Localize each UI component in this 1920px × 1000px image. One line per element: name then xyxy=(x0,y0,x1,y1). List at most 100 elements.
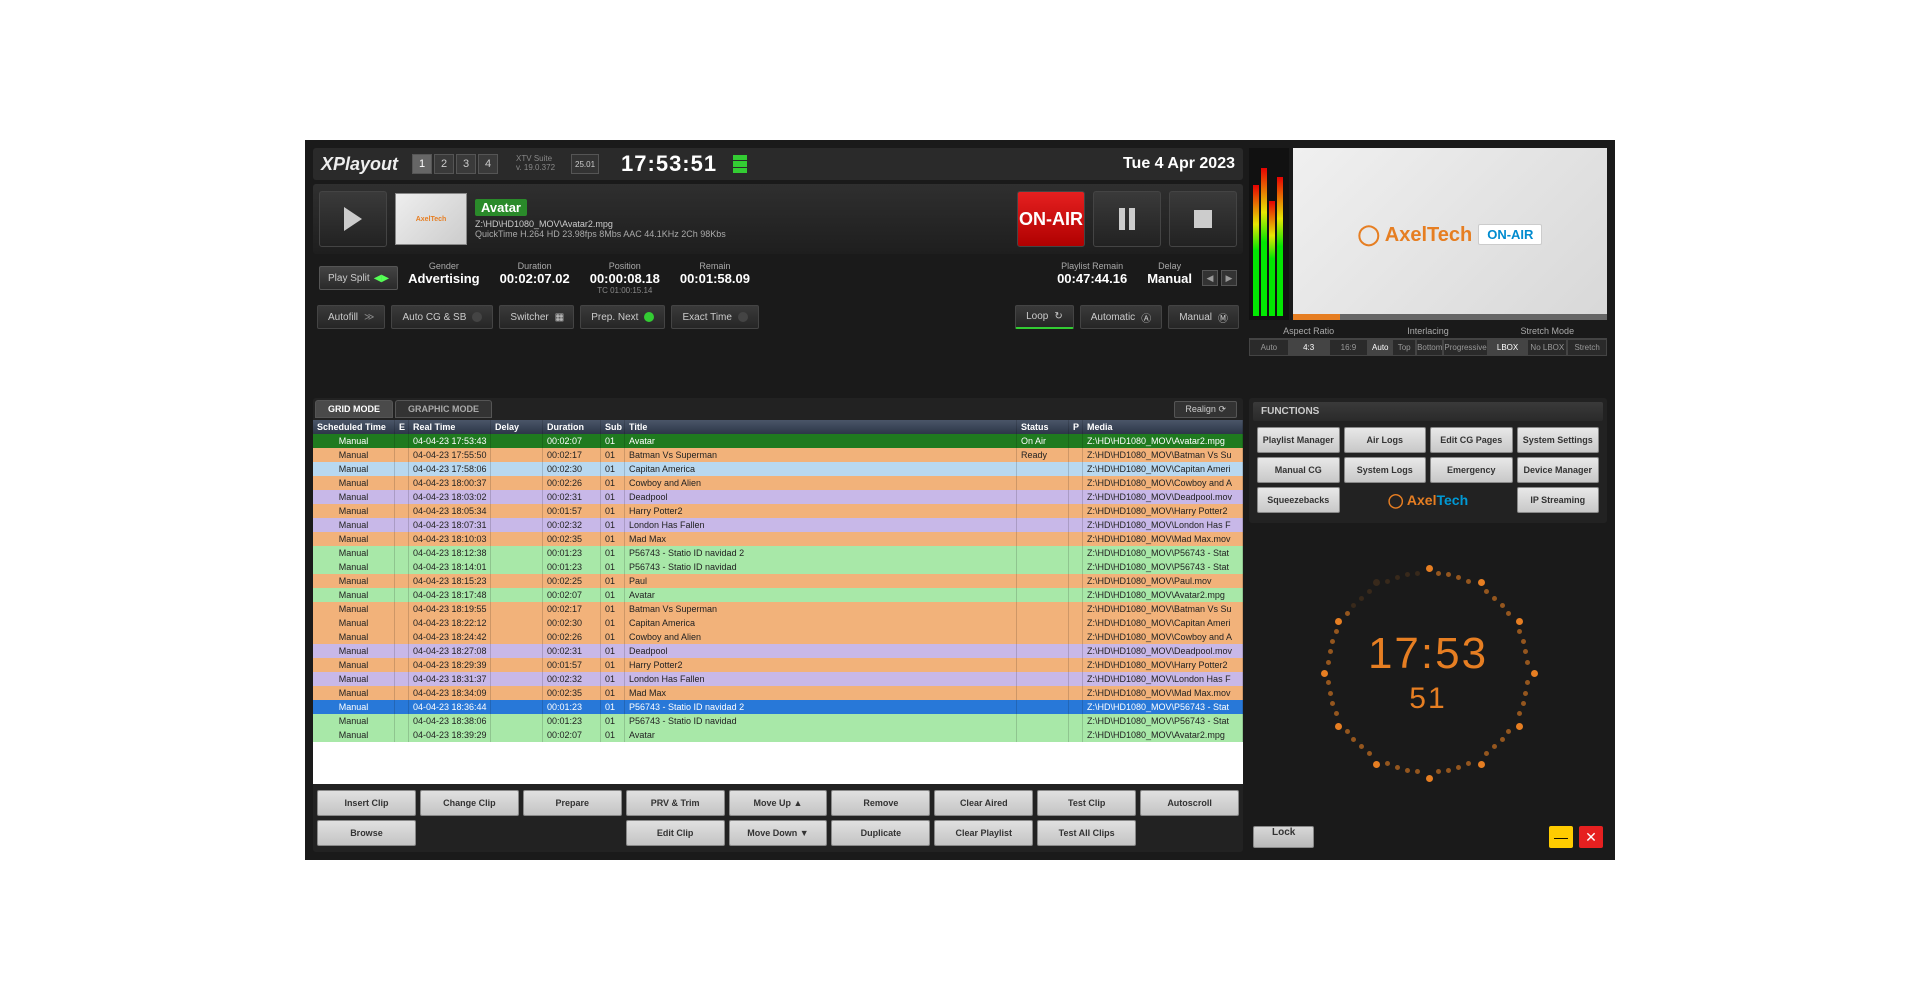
column-header[interactable]: Sub xyxy=(601,420,625,434)
table-row[interactable]: Manual04-04-23 18:07:3100:02:3201London … xyxy=(313,518,1243,532)
cell: Cowboy and Alien xyxy=(625,630,1017,644)
column-header[interactable]: Media xyxy=(1083,420,1243,434)
action-button[interactable]: Test All Clips xyxy=(1037,820,1136,846)
play-button[interactable] xyxy=(319,191,387,247)
info-field: Position00:00:08.18TC 01:00:15.14 xyxy=(590,261,660,295)
function-button[interactable]: Squeezebacks xyxy=(1257,487,1340,513)
mode-button[interactable]: 4:3 xyxy=(1289,339,1329,356)
tab-graphic-mode[interactable]: GRAPHIC MODE xyxy=(395,400,492,418)
table-row[interactable]: Manual04-04-23 18:10:0300:02:3501Mad Max… xyxy=(313,532,1243,546)
column-header[interactable]: Scheduled Time xyxy=(313,420,395,434)
autofill-button[interactable]: Autofill≫ xyxy=(317,305,385,329)
table-row[interactable]: Manual04-04-23 18:24:4200:02:2601Cowboy … xyxy=(313,630,1243,644)
mode-button[interactable]: Top xyxy=(1392,339,1416,356)
table-row[interactable]: Manual04-04-23 17:58:0600:02:3001Capitan… xyxy=(313,462,1243,476)
realign-button[interactable]: Realign ⟳ xyxy=(1174,401,1237,418)
table-row[interactable]: Manual04-04-23 18:19:5500:02:1701Batman … xyxy=(313,602,1243,616)
table-row[interactable]: Manual04-04-23 18:36:4400:01:2301P56743 … xyxy=(313,700,1243,714)
table-row[interactable]: Manual04-04-23 18:31:3700:02:3201London … xyxy=(313,672,1243,686)
action-button[interactable]: Duplicate xyxy=(831,820,930,846)
function-button[interactable]: Playlist Manager xyxy=(1257,427,1340,453)
pause-button[interactable] xyxy=(1093,191,1161,247)
mode-button[interactable]: LBOX xyxy=(1488,339,1528,356)
action-button[interactable]: Clear Aired xyxy=(934,790,1033,816)
manual-button[interactable]: ManualⓂ xyxy=(1168,305,1239,329)
mode-button[interactable]: Progressive xyxy=(1443,339,1487,356)
prep-next-button[interactable]: Prep. Next xyxy=(580,305,665,329)
lock-button[interactable]: Lock xyxy=(1253,826,1314,848)
channel-button-3[interactable]: 3 xyxy=(456,154,476,174)
table-row[interactable]: Manual04-04-23 18:00:3700:02:2601Cowboy … xyxy=(313,476,1243,490)
video-preview[interactable]: ◯ AxelTech ON-AIR xyxy=(1293,148,1607,320)
stop-button[interactable] xyxy=(1169,191,1237,247)
table-row[interactable]: Manual04-04-23 18:38:0600:01:2301P56743 … xyxy=(313,714,1243,728)
table-row[interactable]: Manual04-04-23 18:05:3400:01:5701Harry P… xyxy=(313,504,1243,518)
table-row[interactable]: Manual04-04-23 18:22:1200:02:3001Capitan… xyxy=(313,616,1243,630)
prev-clip-button[interactable]: ◀ xyxy=(1202,270,1218,286)
column-header[interactable]: Status xyxy=(1017,420,1069,434)
channel-button-2[interactable]: 2 xyxy=(434,154,454,174)
column-header[interactable]: Title xyxy=(625,420,1017,434)
cell xyxy=(491,546,543,560)
function-button[interactable]: Device Manager xyxy=(1517,457,1600,483)
column-header[interactable]: Duration xyxy=(543,420,601,434)
table-row[interactable]: Manual04-04-23 18:15:2300:02:2501PaulZ:\… xyxy=(313,574,1243,588)
action-button[interactable]: PRV & Trim xyxy=(626,790,725,816)
action-button[interactable]: Clear Playlist xyxy=(934,820,1033,846)
function-button[interactable]: Air Logs xyxy=(1344,427,1427,453)
function-button[interactable]: Emergency xyxy=(1430,457,1513,483)
automatic-button[interactable]: AutomaticⒶ xyxy=(1080,305,1162,329)
action-button[interactable]: Change Clip xyxy=(420,790,519,816)
playlist-grid[interactable]: Scheduled TimeEReal TimeDelayDurationSub… xyxy=(313,420,1243,784)
switcher-button[interactable]: Switcher▦ xyxy=(499,305,574,329)
play-split-button[interactable]: Play Split◀▶ xyxy=(319,266,398,290)
channel-button-4[interactable]: 4 xyxy=(478,154,498,174)
preview-timeline[interactable] xyxy=(1293,314,1607,320)
exact-time-button[interactable]: Exact Time xyxy=(671,305,758,329)
close-button[interactable]: ✕ xyxy=(1579,826,1603,848)
function-button[interactable]: Edit CG Pages xyxy=(1430,427,1513,453)
cell: 04-04-23 18:24:42 xyxy=(409,630,491,644)
action-button[interactable]: Move Up ▲ xyxy=(729,790,828,816)
mode-button[interactable]: 16:9 xyxy=(1329,339,1369,356)
column-header[interactable]: Delay xyxy=(491,420,543,434)
function-button[interactable]: System Settings xyxy=(1517,427,1600,453)
table-row[interactable]: Manual04-04-23 18:29:3900:01:5701Harry P… xyxy=(313,658,1243,672)
cell: 01 xyxy=(601,588,625,602)
table-row[interactable]: Manual04-04-23 18:12:3800:01:2301P56743 … xyxy=(313,546,1243,560)
action-button[interactable]: Autoscroll xyxy=(1140,790,1239,816)
table-row[interactable]: Manual04-04-23 17:55:5000:02:1701Batman … xyxy=(313,448,1243,462)
mode-button[interactable]: Stretch xyxy=(1567,339,1607,356)
table-row[interactable]: Manual04-04-23 18:17:4800:02:0701AvatarZ… xyxy=(313,588,1243,602)
column-header[interactable]: Real Time xyxy=(409,420,491,434)
tab-grid-mode[interactable]: GRID MODE xyxy=(315,400,393,418)
channel-button-1[interactable]: 1 xyxy=(412,154,432,174)
action-button[interactable]: Move Down ▼ xyxy=(729,820,828,846)
table-row[interactable]: Manual04-04-23 18:27:0800:02:3101Deadpoo… xyxy=(313,644,1243,658)
mode-button[interactable]: Auto xyxy=(1249,339,1289,356)
mode-button[interactable]: No LBOX xyxy=(1527,339,1567,356)
column-header[interactable]: P xyxy=(1069,420,1083,434)
mode-button[interactable]: Auto xyxy=(1368,339,1392,356)
table-row[interactable]: Manual04-04-23 18:03:0200:02:3101Deadpoo… xyxy=(313,490,1243,504)
function-button[interactable]: System Logs xyxy=(1344,457,1427,483)
minimize-button[interactable]: — xyxy=(1549,826,1573,848)
action-button[interactable]: Edit Clip xyxy=(626,820,725,846)
table-row[interactable]: Manual04-04-23 17:53:4300:02:0701AvatarO… xyxy=(313,434,1243,448)
action-button[interactable]: Remove xyxy=(831,790,930,816)
mode-button[interactable]: Bottom xyxy=(1416,339,1443,356)
function-button[interactable]: IP Streaming xyxy=(1517,487,1600,513)
column-header[interactable]: E xyxy=(395,420,409,434)
next-clip-button[interactable]: ▶ xyxy=(1221,270,1237,286)
loop-button[interactable]: Loop↻ xyxy=(1015,305,1074,329)
cell xyxy=(491,700,543,714)
table-row[interactable]: Manual04-04-23 18:39:2900:02:0701AvatarZ… xyxy=(313,728,1243,742)
action-button[interactable]: Browse xyxy=(317,820,416,846)
table-row[interactable]: Manual04-04-23 18:14:0100:01:2301P56743 … xyxy=(313,560,1243,574)
action-button[interactable]: Test Clip xyxy=(1037,790,1136,816)
action-button[interactable]: Insert Clip xyxy=(317,790,416,816)
table-row[interactable]: Manual04-04-23 18:34:0900:02:3501Mad Max… xyxy=(313,686,1243,700)
action-button[interactable]: Prepare xyxy=(523,790,622,816)
auto-cg-button[interactable]: Auto CG & SB xyxy=(391,305,493,329)
function-button[interactable]: Manual CG xyxy=(1257,457,1340,483)
